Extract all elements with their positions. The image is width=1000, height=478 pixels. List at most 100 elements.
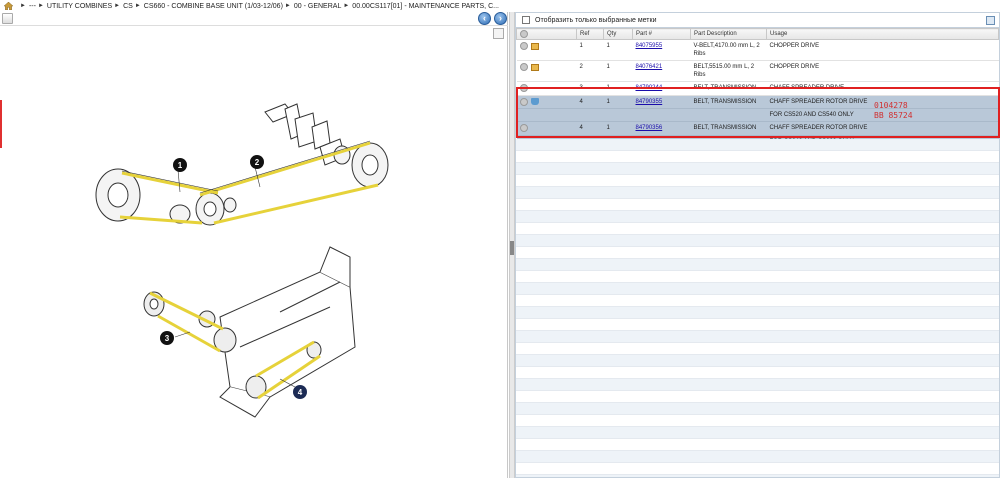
empty-grid-row — [516, 307, 999, 319]
belt-diagram[interactable]: 1 2 3 4 — [80, 97, 400, 427]
usage-cell: CHAFF SPREADER ROTOR DRIVE — [766, 121, 999, 136]
empty-rows — [516, 139, 999, 477]
empty-grid-row — [516, 163, 999, 175]
column-header-ref[interactable]: Ref — [576, 28, 604, 40]
table-row[interactable]: 4 1 84790355 BELT, TRANSMISSION CHAFF SP… — [516, 95, 999, 110]
cart-icon — [530, 98, 539, 106]
illustration-pane: ‹ › 1 2 3 4 — [0, 12, 508, 478]
column-header-qty[interactable]: Qty — [603, 28, 633, 40]
empty-grid-row — [516, 295, 999, 307]
empty-grid-row — [516, 187, 999, 199]
part-number-link[interactable]: 84790244 — [636, 85, 663, 91]
parts-table: Ref Qty Part # Part Description Usage 1 … — [516, 28, 999, 149]
description-cell: BELT, TRANSMISSION — [690, 81, 767, 96]
settings-icon[interactable] — [520, 30, 528, 38]
splitter-grip[interactable] — [510, 241, 514, 255]
illustration-toolbar: ‹ › — [0, 12, 508, 26]
empty-grid-row — [516, 319, 999, 331]
part-number-link[interactable]: 84790356 — [636, 125, 663, 131]
ref-cell: 3 — [576, 81, 604, 96]
breadcrumb-item[interactable]: 00.00CS117[01] - MAINTENANCE PARTS, C... — [352, 3, 499, 10]
chevron-right-icon: ► — [284, 3, 291, 9]
previous-button[interactable]: ‹ — [478, 12, 491, 25]
parts-pane: Отобразить только выбранные метки Ref Qt… — [515, 12, 1000, 478]
show-selected-checkbox[interactable] — [522, 16, 530, 24]
chevron-right-icon: ► — [37, 3, 44, 9]
zoom-tool-button[interactable] — [2, 13, 13, 24]
empty-grid-row — [516, 271, 999, 283]
fit-view-button[interactable] — [493, 28, 504, 39]
add-icon[interactable] — [519, 124, 528, 133]
empty-grid-row — [516, 391, 999, 403]
callout-label: 3 — [165, 334, 170, 343]
package-icon — [530, 63, 539, 71]
chevron-right-icon: ► — [134, 3, 141, 9]
arrow-right-icon: › — [499, 13, 502, 23]
table-row[interactable]: 3 1 84790244 BELT, TRANSMISSION CHAFF SP… — [516, 81, 999, 96]
table-row[interactable]: 2 1 84076421 BELT,5515.00 mm L, 2 Ribs C… — [516, 60, 999, 82]
callout-label: 2 — [255, 158, 260, 167]
empty-grid-row — [516, 343, 999, 355]
empty-grid-row — [516, 259, 999, 271]
column-header-part[interactable]: Part # — [632, 28, 691, 40]
table-row[interactable]: FOR CS520 AND CS540 ONLY — [516, 108, 999, 123]
chevron-right-icon: ► — [114, 3, 121, 9]
breadcrumb-item[interactable]: CS660 - COMBINE BASE UNIT (1/03-12/06) — [144, 3, 283, 10]
empty-grid-row — [516, 247, 999, 259]
empty-grid-row — [516, 439, 999, 451]
usage-cell: CHOPPER DRIVE — [766, 60, 999, 82]
chevron-right-icon: ► — [343, 3, 350, 9]
next-button[interactable]: › — [494, 12, 507, 25]
empty-grid-row — [516, 223, 999, 235]
usage-cell: CHOPPER DRIVE — [766, 39, 999, 61]
breadcrumb-item[interactable]: --- — [29, 3, 36, 10]
export-icon[interactable] — [986, 16, 995, 25]
show-selected-label: Отобразить только выбранные метки — [535, 16, 657, 24]
table-row[interactable]: 4 1 84790356 BELT, TRANSMISSION CHAFF SP… — [516, 121, 999, 136]
ref-cell: 2 — [576, 60, 604, 82]
part-number-link[interactable]: 84790355 — [636, 99, 663, 105]
column-header-icon[interactable] — [516, 28, 577, 40]
empty-grid-row — [516, 355, 999, 367]
red-marker — [0, 100, 2, 148]
empty-grid-row — [516, 175, 999, 187]
qty-cell: 1 — [603, 95, 633, 110]
description-cell: BELT,5515.00 mm L, 2 Ribs — [690, 60, 767, 82]
ref-cell: 4 — [576, 95, 604, 110]
qty-cell: 1 — [603, 60, 633, 82]
arrow-left-icon: ‹ — [483, 13, 486, 23]
callout-label: 1 — [178, 161, 183, 170]
add-icon[interactable] — [519, 42, 528, 50]
empty-grid-row — [516, 379, 999, 391]
breadcrumb-item[interactable]: UTILITY COMBINES — [47, 3, 112, 10]
ref-cell: 1 — [576, 39, 604, 61]
empty-grid-row — [516, 415, 999, 427]
add-icon[interactable] — [519, 63, 528, 71]
breadcrumb: ► --- ► UTILITY COMBINES ► CS ► CS660 - … — [0, 0, 1000, 12]
annotation-text: 0104278 — [874, 101, 908, 110]
part-number-link[interactable]: 84076421 — [636, 64, 663, 70]
breadcrumb-item[interactable]: CS — [123, 3, 133, 10]
description-cell: BELT, TRANSMISSION — [690, 95, 767, 110]
empty-grid-row — [516, 367, 999, 379]
home-icon[interactable] — [4, 2, 13, 10]
annotation-text: BB 85724 — [874, 111, 913, 120]
breadcrumb-item[interactable]: 00 - GENERAL — [294, 3, 341, 10]
qty-cell: 1 — [603, 39, 633, 61]
description-cell: BELT, TRANSMISSION — [690, 121, 767, 136]
empty-grid-row — [516, 403, 999, 415]
column-header-usage[interactable]: Usage — [766, 28, 999, 40]
add-icon[interactable] — [519, 84, 528, 92]
description-cell: V-BELT,4170.00 mm L, 2 Ribs — [690, 39, 767, 61]
callout-label: 4 — [298, 388, 303, 397]
ref-cell: 4 — [576, 121, 604, 136]
column-header-description[interactable]: Part Description — [690, 28, 767, 40]
add-icon[interactable] — [519, 97, 528, 106]
table-row[interactable]: 1 1 84075955 V-BELT,4170.00 mm L, 2 Ribs… — [516, 39, 999, 61]
empty-grid-row — [516, 139, 999, 151]
empty-grid-row — [516, 199, 999, 211]
empty-grid-row — [516, 283, 999, 295]
empty-grid-row — [516, 331, 999, 343]
part-number-link[interactable]: 84075955 — [636, 43, 663, 49]
empty-grid-row — [516, 211, 999, 223]
